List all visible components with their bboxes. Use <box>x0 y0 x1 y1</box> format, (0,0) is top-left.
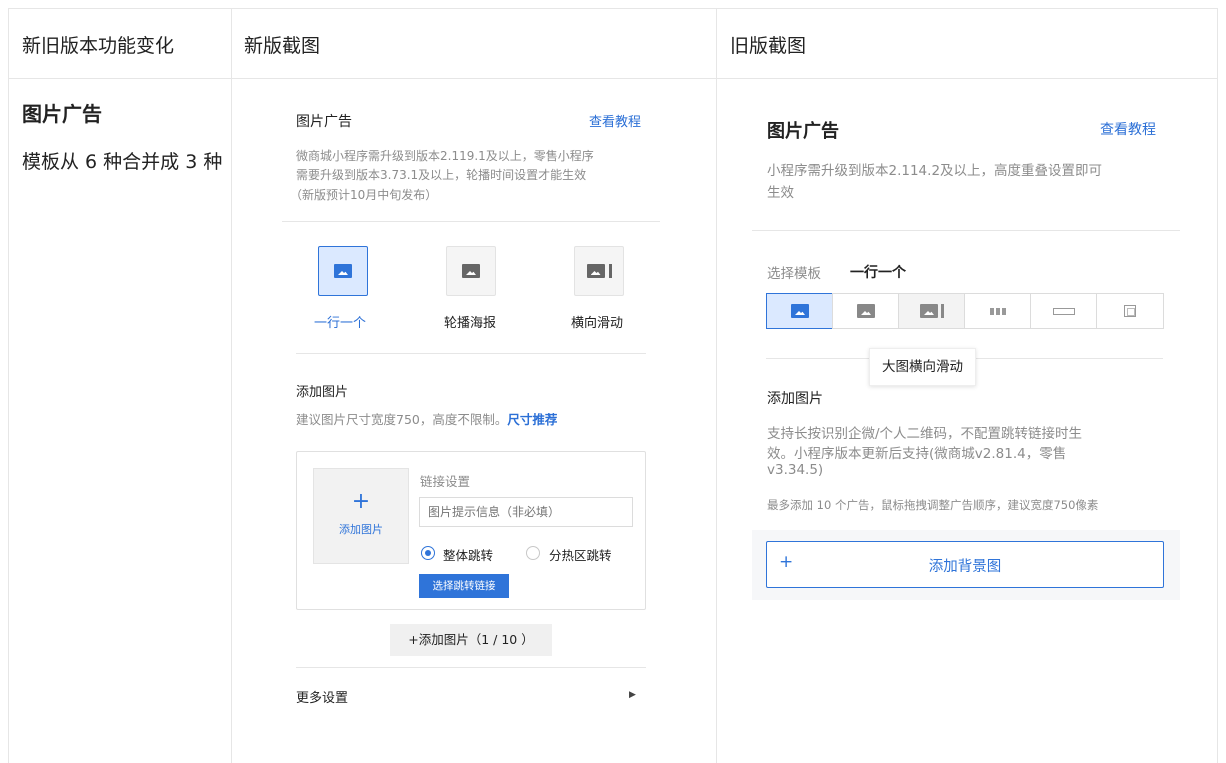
template-tooltip: 大图横向滑动 <box>869 348 976 386</box>
scroll-icon <box>586 264 605 278</box>
template-label-single: 一行一个 <box>314 316 367 331</box>
new-note-line-2: 需要升级到版本3.73.1及以上，轮播时间设置才能生效 <box>296 168 587 182</box>
carousel-icon <box>857 304 875 318</box>
col-header-new: 新版截图 <box>244 35 321 57</box>
carousel-icon <box>462 264 480 278</box>
four-columns-icon <box>1053 307 1075 315</box>
old-note-line-2: 生效 <box>767 185 794 201</box>
radio-hotzone-jump[interactable] <box>526 546 540 560</box>
image-hint-input[interactable] <box>419 497 633 527</box>
chevron-right-icon[interactable]: ▶ <box>629 690 636 700</box>
hotzone-icon <box>1124 305 1136 317</box>
old-support-line-3: v3.34.5) <box>767 462 824 478</box>
new-divider-2 <box>296 353 646 354</box>
col-header-old: 旧版截图 <box>730 35 807 57</box>
scroll-bar-icon <box>608 264 612 278</box>
template-carousel-button[interactable] <box>446 246 496 296</box>
template-select-value: 一行一个 <box>850 265 906 281</box>
old-tutorial-link[interactable]: 查看教程 <box>1100 119 1156 139</box>
feature-change: 模板从 6 种合并成 3 种 <box>22 151 223 173</box>
old-template-carousel[interactable] <box>832 293 900 329</box>
radio-whole-jump[interactable] <box>421 546 435 560</box>
add-background-button[interactable]: + 添加背景图 <box>766 541 1164 588</box>
header-bottom-border <box>8 78 1218 79</box>
col-header-changes: 新旧版本功能变化 <box>22 35 175 57</box>
new-add-image-desc: 建议图片尺寸宽度750，高度不限制。尺寸推荐 <box>296 409 557 428</box>
new-divider-1 <box>282 221 660 222</box>
old-template-three[interactable] <box>964 293 1032 329</box>
add-image-desc-text: 建议图片尺寸宽度750，高度不限制。 <box>296 412 508 427</box>
old-template-four[interactable] <box>1030 293 1098 329</box>
new-note-line-3: （新版预计10月中旬发布） <box>290 188 438 202</box>
new-divider-3 <box>296 667 646 668</box>
scroll-icon <box>920 304 938 318</box>
upload-label: 添加图片 <box>339 523 383 536</box>
add-background-label: 添加背景图 <box>928 559 1002 575</box>
col-divider-1 <box>231 8 232 763</box>
image-icon <box>334 264 352 278</box>
old-template-hotzone[interactable] <box>1096 293 1164 329</box>
radio-hotzone-label: 分热区跳转 <box>549 548 612 563</box>
choose-link-button[interactable]: 选择跳转链接 <box>419 574 509 598</box>
three-columns-icon <box>990 307 1006 315</box>
radio-whole-label: 整体跳转 <box>443 548 494 563</box>
feature-name: 图片广告 <box>22 102 102 126</box>
old-template-scroll-large[interactable] <box>898 293 966 329</box>
plus-icon: + <box>351 489 371 514</box>
old-max-note: 最多添加 10 个广告，鼠标拖拽调整广告顺序，建议宽度750像素 <box>767 498 1099 512</box>
table-left-border <box>8 8 9 763</box>
table-right-border <box>1217 8 1218 763</box>
template-label-scroll: 横向滑动 <box>571 316 624 331</box>
template-label-carousel: 轮播海报 <box>444 316 497 331</box>
template-single-button[interactable] <box>318 246 368 296</box>
old-add-image-title: 添加图片 <box>767 391 823 407</box>
old-template-single[interactable] <box>766 293 834 329</box>
old-support-line-1: 支持长按识别企微/个人二维码，不配置跳转链接时生 <box>767 426 1083 442</box>
new-title: 图片广告 <box>296 114 352 130</box>
old-support-line-2: 效。小程序版本更新后支持(微商城v2.81.4，零售 <box>767 446 1067 462</box>
template-select-label: 选择模板 <box>767 266 821 282</box>
new-add-image-title: 添加图片 <box>296 385 349 400</box>
table-top-border <box>8 8 1218 9</box>
old-title: 图片广告 <box>767 121 839 142</box>
old-note-line-1: 小程序需升级到版本2.114.2及以上，高度重叠设置即可 <box>767 163 1103 179</box>
old-divider-1 <box>752 230 1180 231</box>
new-tutorial-link[interactable]: 查看教程 <box>589 111 641 130</box>
more-settings-label[interactable]: 更多设置 <box>296 687 348 706</box>
new-note-line-1: 微商城小程序需升级到版本2.119.1及以上，零售小程序 <box>296 149 594 163</box>
add-image-button[interactable]: +添加图片（1 / 10 ） <box>390 624 552 656</box>
col-divider-2 <box>716 8 717 763</box>
size-recommend-link[interactable]: 尺寸推荐 <box>507 412 557 427</box>
link-settings-label: 链接设置 <box>420 474 471 489</box>
image-icon <box>791 304 809 318</box>
upload-box[interactable]: + 添加图片 <box>313 468 409 564</box>
scroll-bar-icon <box>941 304 944 318</box>
template-scroll-button[interactable] <box>574 246 624 296</box>
